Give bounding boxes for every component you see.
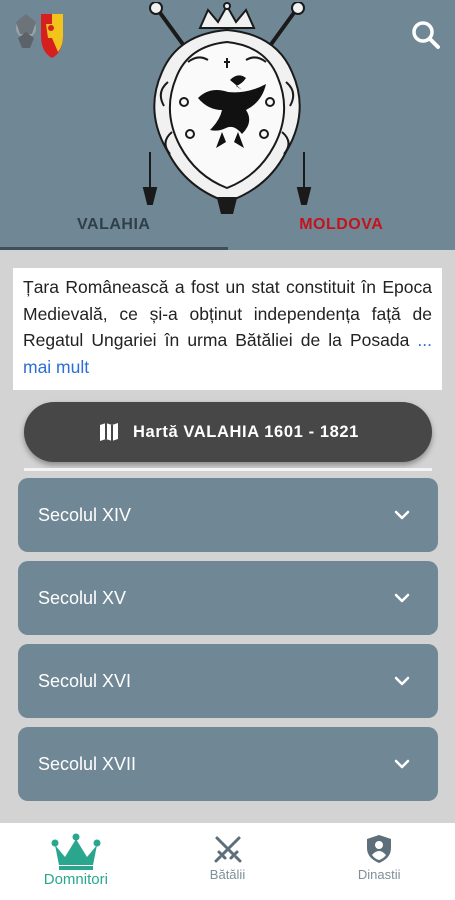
century-item-xvi[interactable]: Secolul XVI: [18, 644, 438, 718]
nav-label: Bătălii: [209, 867, 246, 882]
nav-label: Dinastii: [357, 867, 401, 882]
crown-icon: [51, 833, 101, 870]
map-button-label: Hartă VALAHIA 1601 - 1821: [133, 422, 359, 441]
nav-label: Domnitori: [43, 871, 108, 888]
tab-valahia[interactable]: VALAHIA: [0, 202, 228, 250]
map-icon: [100, 423, 119, 441]
century-item-xv[interactable]: Secolul XV: [18, 561, 438, 635]
century-item-xvii[interactable]: Secolul XVII: [18, 727, 438, 801]
chevron-down-icon: [394, 676, 410, 686]
century-label: Secolul XIV: [38, 504, 132, 525]
region-tabs: VALAHIA MOLDOVA: [0, 202, 455, 250]
nav-item-dinastii[interactable]: Dinastii: [303, 823, 455, 900]
nav-item-batalii[interactable]: Bătălii: [152, 823, 304, 900]
tab-moldova[interactable]: MOLDOVA: [228, 202, 455, 250]
intro-text: Țara Românească a fost un stat constitui…: [23, 277, 432, 350]
app-header: VALAHIA MOLDOVA: [0, 0, 455, 250]
chevron-down-icon: [394, 510, 410, 520]
chevron-down-icon: [394, 593, 410, 603]
nav-item-domnitori[interactable]: Domnitori: [0, 823, 152, 900]
crossed-swords-icon: [214, 836, 241, 863]
divider: [24, 468, 432, 471]
shield-person-icon: [367, 835, 392, 863]
century-label: Secolul XVII: [38, 753, 137, 774]
century-item-xiv[interactable]: Secolul XIV: [18, 478, 438, 552]
map-button[interactable]: Hartă VALAHIA 1601 - 1821: [24, 402, 432, 462]
chevron-down-icon: [394, 759, 410, 769]
wallachia-coat-of-arms-icon: [142, 2, 312, 214]
century-label: Secolul XVI: [38, 670, 132, 691]
intro-text-box: Țara Românească a fost un stat constitui…: [13, 268, 442, 390]
search-icon[interactable]: [411, 20, 441, 50]
romanian-coat-of-arms-icon: [16, 14, 63, 58]
bottom-navigation: Domnitori Bătălii Dinastii: [0, 823, 455, 900]
century-label: Secolul XV: [38, 587, 127, 608]
active-tab-indicator: [0, 247, 228, 250]
